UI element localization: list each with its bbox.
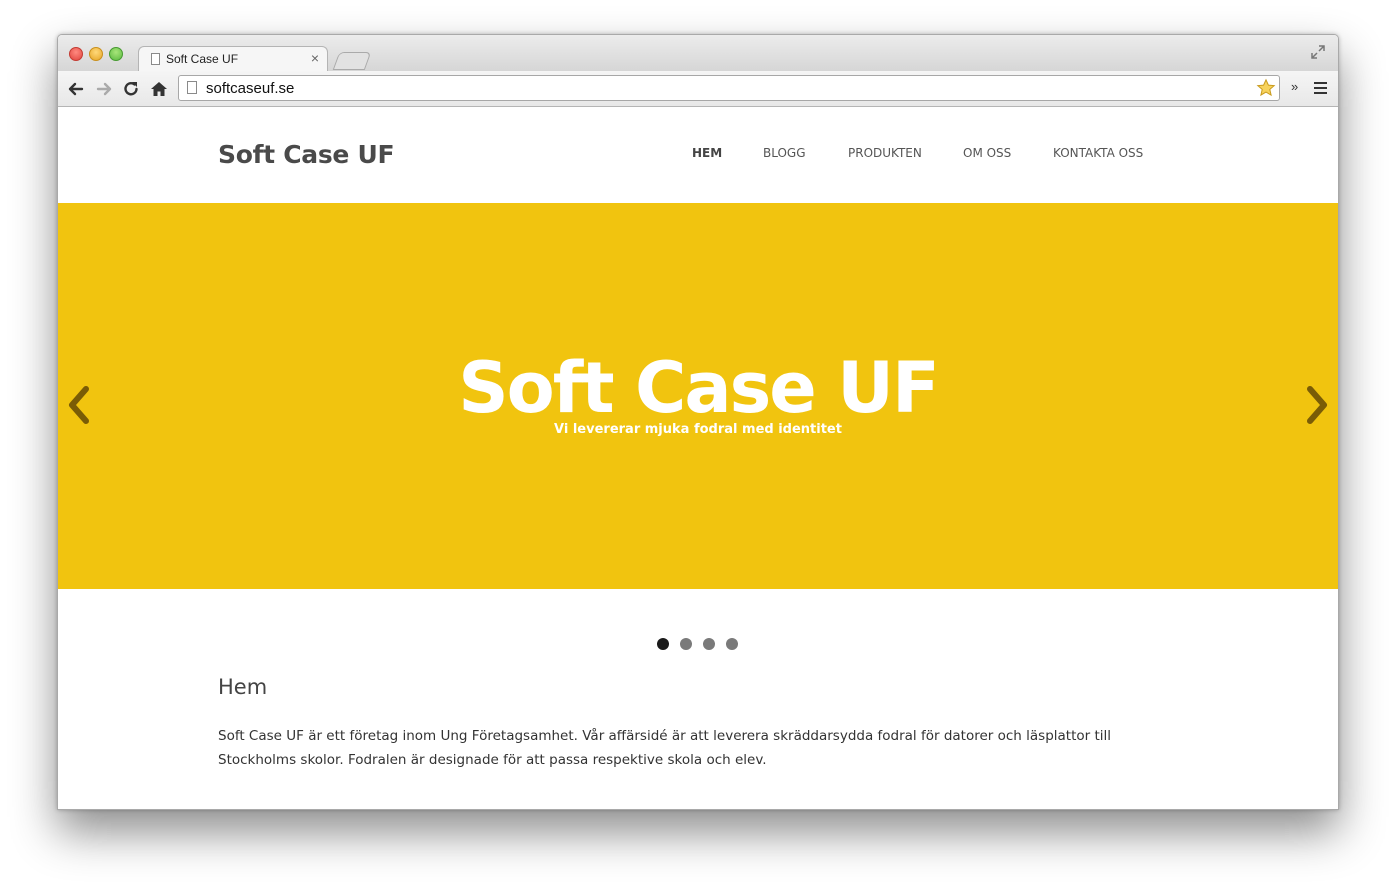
browser-tab[interactable]: Soft Case UF ×: [138, 46, 328, 71]
main-nav: HEM BLOGG PRODUKTEN OM OSS KONTAKTA OSS: [58, 146, 1338, 166]
reload-button[interactable]: [121, 79, 141, 99]
tab-close-icon[interactable]: ×: [311, 50, 319, 66]
back-arrow-icon: [68, 82, 84, 96]
extensions-overflow-button[interactable]: »: [1291, 79, 1298, 94]
slide-title: Soft Case UF: [458, 347, 940, 429]
url-text[interactable]: softcaseuf.se: [206, 80, 294, 97]
bookmark-star-icon[interactable]: [1256, 78, 1276, 98]
window-minimize-button[interactable]: [89, 47, 103, 61]
address-bar[interactable]: softcaseuf.se: [178, 75, 1280, 101]
fullscreen-icon[interactable]: [1310, 44, 1326, 60]
browser-window: Soft Case UF × softcaseuf.se » Soft Case…: [57, 34, 1339, 810]
section-heading: Hem: [218, 675, 268, 699]
nav-item-hem[interactable]: HEM: [692, 146, 722, 160]
slider-dot-1[interactable]: [657, 638, 669, 650]
browser-titlebar: Soft Case UF ×: [58, 35, 1338, 71]
tab-title: Soft Case UF: [166, 52, 239, 66]
forward-button[interactable]: [94, 79, 114, 99]
section-text: Soft Case UF är ett företag inom Ung För…: [218, 728, 1112, 768]
home-button[interactable]: [149, 79, 169, 99]
browser-toolbar: softcaseuf.se »: [58, 71, 1338, 107]
reload-icon: [124, 82, 138, 96]
slider-dot-3[interactable]: [703, 638, 715, 650]
new-tab-button[interactable]: [332, 52, 372, 70]
menu-icon[interactable]: [1314, 82, 1327, 94]
nav-item-produkten[interactable]: PRODUKTEN: [848, 146, 922, 160]
nav-item-om-oss[interactable]: OM OSS: [963, 146, 1011, 160]
slider-dot-2[interactable]: [680, 638, 692, 650]
window-zoom-button[interactable]: [109, 47, 123, 61]
hero-slider: Soft Case UF Vi levererar mjuka fodral m…: [58, 203, 1338, 589]
slider-dot-4[interactable]: [726, 638, 738, 650]
page-icon: [151, 53, 160, 65]
nav-item-kontakta-oss[interactable]: KONTAKTA OSS: [1053, 146, 1143, 160]
slider-pagination: [657, 638, 747, 652]
nav-item-blogg[interactable]: BLOGG: [763, 146, 806, 160]
slider-next-arrow-icon[interactable]: [1302, 385, 1330, 425]
forward-arrow-icon: [96, 82, 112, 96]
page-icon: [187, 81, 197, 94]
web-page: Soft Case UF HEM BLOGG PRODUKTEN OM OSS …: [58, 107, 1338, 809]
back-button[interactable]: [66, 79, 86, 99]
home-icon: [151, 82, 167, 96]
window-close-button[interactable]: [69, 47, 83, 61]
slide-subtitle: Vi levererar mjuka fodral med identitet: [554, 422, 842, 437]
